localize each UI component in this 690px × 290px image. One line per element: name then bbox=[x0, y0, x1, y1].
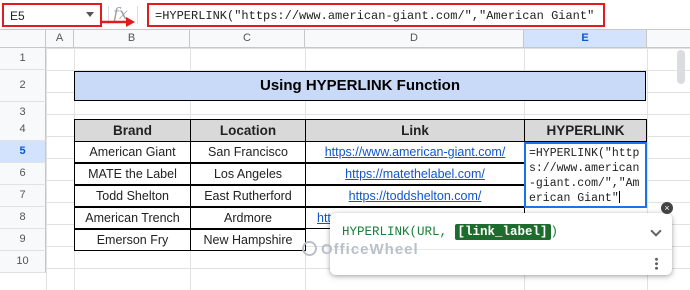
cell-brand[interactable]: American Trench bbox=[74, 207, 191, 229]
cell-link[interactable]: https://www.american-giant.com/ bbox=[305, 141, 525, 163]
select-all-corner[interactable] bbox=[0, 30, 46, 48]
watermark: OfficeWheel bbox=[302, 241, 419, 258]
cell-brand[interactable]: American Giant bbox=[74, 141, 191, 163]
formula-input[interactable]: =HYPERLINK("https://www.american-giant.c… bbox=[147, 3, 605, 27]
row-header-8[interactable]: 8 bbox=[0, 207, 46, 229]
link-text[interactable]: https://toddshelton.com/ bbox=[349, 189, 482, 203]
cell-location[interactable]: Los Angeles bbox=[190, 163, 306, 185]
row-header-1[interactable]: 1 bbox=[0, 48, 46, 70]
edit-text: =HYPERLINK("https://www.american-giant.c… bbox=[529, 147, 640, 205]
link-text[interactable]: htt bbox=[317, 211, 331, 225]
row-header-5[interactable]: 5 bbox=[0, 141, 46, 163]
formula-text: =HYPERLINK("https://www.american-giant.c… bbox=[155, 9, 595, 23]
cell-location[interactable]: New Hampshire bbox=[190, 229, 306, 251]
arrow-icon bbox=[102, 17, 135, 27]
close-icon[interactable]: × bbox=[661, 202, 673, 214]
row-header-4[interactable]: 4 bbox=[0, 119, 46, 141]
row-header-7[interactable]: 7 bbox=[0, 185, 46, 207]
link-text[interactable]: https://www.american-giant.com/ bbox=[325, 145, 506, 159]
chevron-down-icon[interactable] bbox=[86, 12, 94, 17]
column-header-e[interactable]: E bbox=[524, 30, 647, 48]
name-box[interactable]: E5 bbox=[2, 3, 102, 27]
more-options-icon[interactable] bbox=[655, 257, 658, 270]
row-header-9[interactable]: 9 bbox=[0, 229, 46, 251]
sheet-title: Using HYPERLINK Function bbox=[74, 71, 646, 101]
column-header-a[interactable]: A bbox=[46, 30, 74, 48]
watermark-text: OfficeWheel bbox=[321, 241, 419, 258]
row-header-2[interactable]: 2 bbox=[0, 70, 46, 102]
row-header-6[interactable]: 6 bbox=[0, 163, 46, 185]
vertical-scrollbar[interactable] bbox=[677, 50, 685, 84]
header-link[interactable]: Link bbox=[305, 119, 525, 142]
column-header-d[interactable]: D bbox=[305, 30, 524, 48]
column-header-c[interactable]: C bbox=[190, 30, 305, 48]
cell-location[interactable]: Ardmore bbox=[190, 207, 306, 229]
watermark-logo-icon bbox=[302, 241, 317, 256]
cell-reference: E5 bbox=[10, 9, 25, 23]
cell-link[interactable]: https://toddshelton.com/ bbox=[305, 185, 525, 207]
active-argument: [link_label] bbox=[454, 224, 551, 240]
column-header-b[interactable]: B bbox=[74, 30, 190, 48]
function-syntax: HYPERLINK(URL, [link_label]) bbox=[342, 224, 559, 240]
active-cell-editor[interactable]: =HYPERLINK("https://www.american-giant.c… bbox=[524, 142, 647, 208]
header-brand[interactable]: Brand bbox=[74, 119, 191, 142]
header-hyperlink[interactable]: HYPERLINK bbox=[524, 119, 647, 142]
cell-location[interactable]: East Rutherford bbox=[190, 185, 306, 207]
formula-bar: E5 fx =HYPERLINK("https://www.american-g… bbox=[0, 0, 690, 30]
header-location[interactable]: Location bbox=[190, 119, 306, 142]
cell-brand[interactable]: MATE the Label bbox=[74, 163, 191, 185]
link-text[interactable]: https://matethelabel.com/ bbox=[345, 167, 485, 181]
cell-link[interactable]: https://matethelabel.com/ bbox=[305, 163, 525, 185]
syntax-prefix: HYPERLINK(URL, bbox=[342, 225, 455, 239]
cell-location[interactable]: San Francisco bbox=[190, 141, 306, 163]
text-caret bbox=[618, 191, 620, 203]
cell-brand[interactable]: Emerson Fry bbox=[74, 229, 191, 251]
cell-brand[interactable]: Todd Shelton bbox=[74, 185, 191, 207]
chevron-down-icon[interactable] bbox=[650, 225, 662, 237]
syntax-suffix: ) bbox=[550, 225, 559, 239]
column-header-blank bbox=[647, 30, 690, 48]
row-header-10[interactable]: 10 bbox=[0, 251, 46, 273]
